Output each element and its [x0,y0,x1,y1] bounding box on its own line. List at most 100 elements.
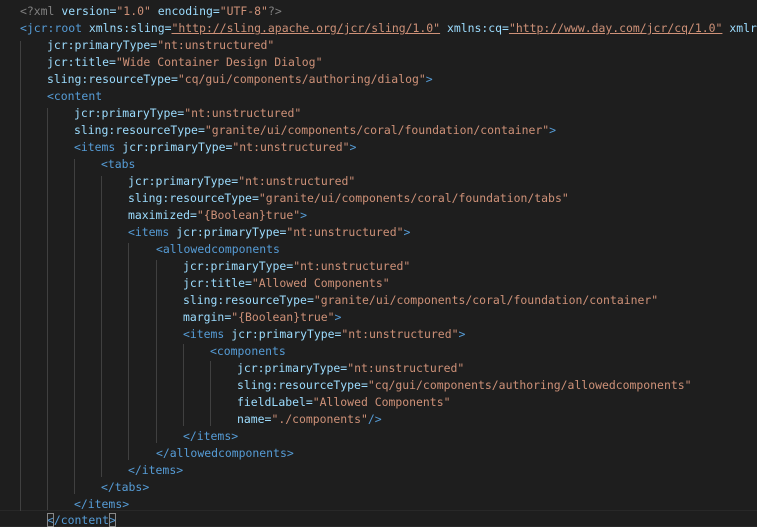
attr-value: "./components" [271,412,368,426]
attr-name: jcr:primaryType= [176,225,287,239]
attr-value: "granite/ui/components/coral/foundation/… [258,191,569,205]
attr-name: jcr:title= [47,55,116,69]
attr-value: "cq/gui/components/authoring/dialog" [177,72,426,86]
tag-close-bracket: > [425,72,433,86]
tag-close-bracket: > [458,327,466,341]
code-line-tabs-close[interactable]: </tabs> [101,479,149,496]
tag-content: <content [47,89,103,103]
attr-value: "nt:unstructured" [184,106,302,120]
attr-name: sling:resourceType= [47,72,178,86]
attr-value: "nt:unstructured" [157,38,275,52]
xml-code-editor[interactable]: <?xml version="1.0" encoding="UTF-8"?> <… [0,0,757,527]
attr-value: "{Boolean}true" [196,208,301,222]
code-line-jcr-root[interactable]: <jcr:root xmlns:sling="http://sling.apac… [20,20,757,37]
tag-tabs-close: </tabs> [101,480,150,494]
attr-name: version= [61,4,117,18]
attr-name: margin= [183,310,232,324]
indent-guide [128,243,129,460]
attr-value: "granite/ui/components/coral/foundation/… [204,123,550,137]
code-line-attr[interactable]: jcr:title="Allowed Components" [183,275,390,292]
code-line-items-open[interactable]: <items jcr:primaryType="nt:unstructured"… [74,139,356,156]
code-line-allowedcomponents-close[interactable]: </allowedcomponents> [156,445,294,462]
code-line-items-open[interactable]: <items jcr:primaryType="nt:unstructured"… [183,326,465,343]
tag-items-close: </items> [128,463,184,477]
tag-allowedcomponents: <allowedcomponents [156,242,280,256]
code-line-attr[interactable]: jcr:primaryType="nt:unstructured" [128,173,355,190]
attr-name: jcr:primaryType= [128,174,239,188]
code-line-attr[interactable]: sling:resourceType="granite/ui/component… [128,190,569,207]
attr-name: jcr:primaryType= [122,140,233,154]
tag-close-bracket: > [300,208,308,222]
attr-name: encoding= [157,4,220,18]
tag-jcr-root: <jcr:root [20,21,82,35]
code-line-attr[interactable]: jcr:primaryType="nt:unstructured" [237,360,464,377]
tag-items: <items [74,140,116,154]
attr-name: sling:resourceType= [183,293,314,307]
tag-components: <components [210,344,286,358]
code-line-allowedcomponents-open[interactable]: <allowedcomponents [156,241,280,258]
namespace-link[interactable]: "http://www.day.com/jcr/cq/1.0" [509,21,722,35]
indent-guide [47,108,48,510]
code-line-tabs-open[interactable]: <tabs [101,156,135,173]
code-line-xml-declaration[interactable]: <?xml version="1.0" encoding="UTF-8"?> [20,3,282,20]
tag-close-bracket: > [549,123,557,137]
attr-name: maximized= [128,208,197,222]
code-line-items-close[interactable]: </items> [74,496,129,513]
attr-value: "granite/ui/components/coral/foundation/… [313,293,659,307]
tag-items: <items [128,225,170,239]
attr-name: sling:resourceType= [74,123,205,137]
indent-guide [20,41,21,511]
code-line-attr[interactable]: sling:resourceType="cq/gui/components/au… [47,71,433,88]
indent-guide [156,260,157,443]
indent-guide [210,361,211,426]
code-line-attr[interactable]: jcr:primaryType="nt:unstructured" [47,37,274,54]
code-line-attr[interactable]: jcr:title="Wide Container Design Dialog" [47,54,322,71]
attr-value: "Wide Container Design Dialog" [115,55,323,69]
xml-decl-close: ?> [267,4,282,18]
attr-value: "nt:unstructured" [347,361,465,375]
tag-close-bracket: > [334,310,342,324]
code-line-attr[interactable]: jcr:primaryType="nt:unstructured" [74,105,301,122]
code-line-content-open[interactable]: <content [47,88,102,105]
code-line-attr[interactable]: maximized="{Boolean}true"> [128,207,307,224]
tag-allowedcomponents-close: </allowedcomponents> [156,446,294,460]
attr-value: "nt:unstructured" [341,327,459,341]
attr-name: jcr:primaryType= [47,38,158,52]
tag-close-bracket: > [349,140,357,154]
attr-name: sling:resourceType= [128,191,259,205]
code-line-attr[interactable]: sling:resourceType="granite/ui/component… [74,122,556,139]
attr-name: xmlns:cq= [446,21,509,35]
attr-value: "Allowed Components" [251,276,390,290]
code-line-attr[interactable]: sling:resourceType="granite/ui/component… [183,292,658,309]
tag-items-close: </items> [74,497,130,511]
tag-content-close: /content [53,513,109,527]
code-line-attr[interactable]: jcr:primaryType="nt:unstructured" [183,258,410,275]
code-line-items-close[interactable]: </items> [183,428,238,445]
attr-value: "UTF-8" [219,4,268,18]
tag-items: <items [183,327,225,341]
attr-name: jcr:primaryType= [183,259,294,273]
code-line-items-open[interactable]: <items jcr:primaryType="nt:unstructured"… [128,224,410,241]
code-line-components-open[interactable]: <components [210,343,286,360]
code-line-items-close[interactable]: </items> [128,462,183,479]
attr-value: "nt:unstructured" [286,225,404,239]
attr-value: "nt:unstructured" [293,259,411,273]
tag-self-close: /> [367,412,382,426]
indent-guide [101,176,102,477]
code-line-attr[interactable]: sling:resourceType="cq/gui/components/au… [237,377,691,394]
code-line-content-close[interactable]: </content> [47,512,116,527]
attr-name: jcr:primaryType= [231,327,342,341]
attr-value: "cq/gui/components/authoring/allowedcomp… [367,378,692,392]
namespace-link[interactable]: "http://sling.apache.org/jcr/sling/1.0" [172,21,441,35]
code-line-attr[interactable]: fieldLabel="Allowed Components" [237,394,450,411]
tag-close-bracket: > [403,225,411,239]
code-line-attr[interactable]: name="./components"/> [237,411,382,428]
attr-name: jcr:primaryType= [74,106,185,120]
attr-value: "{Boolean}true" [231,310,335,324]
matched-bracket-open: < [47,513,54,527]
code-line-attr[interactable]: margin="{Boolean}true"> [183,309,341,326]
attr-value: "Allowed Components" [312,395,451,409]
attr-name: jcr:primaryType= [237,361,348,375]
attr-name: fieldLabel= [237,395,313,409]
attr-name: name= [237,412,272,426]
